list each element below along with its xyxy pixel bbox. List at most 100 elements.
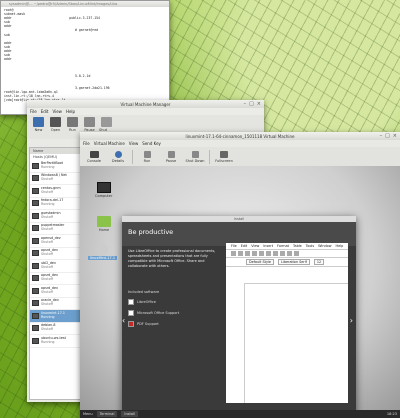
menu-view[interactable]: View — [129, 141, 139, 146]
office-menubar: File Edit View Insert Format Table Tools… — [226, 243, 348, 250]
vm-monitor-icon — [32, 325, 39, 332]
run-button[interactable]: Run — [65, 117, 80, 132]
included-label: Included software — [128, 290, 160, 294]
included-software: Included software LibreOffice Microsoft … — [128, 290, 220, 329]
vm-list-item[interactable]: opsrd_dev Shutoff — [30, 285, 80, 298]
task-install[interactable]: Install — [121, 411, 138, 417]
desktop-icon-computer[interactable]: Computer — [95, 182, 112, 198]
slide-description: Use LibreOffice to create professional d… — [128, 249, 216, 268]
menu-help[interactable]: Help — [66, 109, 75, 114]
pause-icon — [84, 117, 95, 127]
fullscreen-button[interactable]: Fullscreen — [214, 150, 234, 163]
prev-slide-arrow[interactable]: ‹ — [122, 316, 125, 325]
menu-file[interactable]: File — [30, 109, 37, 114]
shutdown-button[interactable]: Shut Down — [185, 150, 205, 163]
vm-monitor-icon — [32, 337, 39, 344]
menu-view[interactable]: View — [52, 109, 62, 114]
vm-list-item[interactable]: Windows8 / Net Shutoff — [30, 173, 80, 185]
desktop-icon-install[interactable]: linuxMint-17.1 — [88, 244, 118, 260]
new-vm-button[interactable]: New — [31, 117, 46, 132]
vm-list-item[interactable]: opsrd_dev Shutoff — [30, 273, 80, 285]
vm-list[interactable]: Name Hosts (QEMU) BerPartitBoot Running Wi… — [29, 147, 81, 400]
viewer-menubar: File Virtual Machine View Send Key — [80, 140, 400, 147]
new-vm-icon — [33, 117, 44, 127]
vm-monitor-icon — [32, 300, 39, 307]
libreoffice-screenshot: File Edit View Insert Format Table Tools… — [226, 243, 348, 403]
vm-list-item[interactable]: guestadmin Shutoff — [30, 210, 80, 223]
installer-window[interactable]: Install Be productive Use LibreOffice to… — [122, 216, 356, 418]
vm-list-item[interactable]: ubl2_dev Shutoff — [30, 260, 80, 273]
minimize-icon[interactable]: – — [244, 101, 247, 107]
maximize-icon[interactable]: □ — [249, 101, 254, 107]
close-icon[interactable]: × — [257, 101, 261, 107]
vm-state: Shutoff — [41, 189, 53, 194]
style-box: Default Style — [246, 259, 274, 265]
toolbar-separator — [209, 149, 210, 164]
menu-file[interactable]: File — [83, 141, 90, 146]
vm-list-item[interactable]: linuxmint-17.1 Running — [30, 310, 80, 323]
terminal-window[interactable]: sysadmin@... ~/pedro@r5/Admin/Sbox/Linux… — [0, 0, 170, 115]
pause-button[interactable]: Pause — [82, 117, 97, 132]
terminal-title: sysadmin@... ~/pedro@r5/Admin/Sbox/Linux… — [9, 2, 118, 6]
vm-list-item[interactable]: opensd_dev Shutoff — [30, 235, 80, 248]
office-icon — [128, 309, 134, 316]
pause-icon — [167, 150, 175, 158]
vm-viewer-window[interactable]: linuxmint-17.1-64-cinnamon_1501118 Virtu… — [80, 132, 400, 418]
play-icon — [143, 150, 151, 158]
panel-clock: 18:23 — [386, 412, 397, 416]
task-terminal[interactable]: Terminal — [96, 411, 118, 417]
vm-list-item[interactable]: ubuntu-ws-test Running — [30, 335, 80, 348]
run-button[interactable]: Run — [137, 150, 157, 163]
menu-virtual-machine[interactable]: Virtual Machine — [94, 141, 125, 146]
vm-list-item[interactable]: BerPartitBoot Running — [30, 160, 80, 173]
close-icon[interactable]: × — [393, 133, 397, 139]
menu-send-key[interactable]: Send Key — [142, 141, 161, 146]
included-item: Microsoft Office Support — [128, 307, 220, 318]
home-folder-icon — [97, 216, 111, 227]
size-box: 12 — [313, 259, 325, 265]
vm-list-item[interactable]: oracle_dev Shutoff — [30, 298, 80, 310]
vm-monitor-icon — [32, 212, 39, 219]
vm-list-item[interactable]: puppetmaster Shutoff — [30, 223, 80, 235]
manager-titlebar[interactable]: Virtual Machine Manager – □ × — [27, 100, 264, 108]
vm-state: Shutoff — [41, 239, 53, 244]
details-button[interactable]: Details — [108, 150, 128, 163]
vm-state: Shutoff — [41, 177, 53, 182]
minimize-icon[interactable]: – — [380, 133, 383, 139]
terminal-output[interactable]: root@ subnet-mask addr public.3.237.154 … — [1, 7, 169, 103]
viewer-titlebar[interactable]: linuxmint-17.1-64-cinnamon_1501118 Virtu… — [80, 132, 400, 140]
info-icon — [114, 150, 122, 158]
vm-monitor-icon — [32, 287, 39, 294]
slide-heading: Be productive — [128, 228, 174, 236]
vm-state: Shutoff — [41, 264, 53, 269]
play-icon — [67, 117, 78, 127]
console-button[interactable]: Console — [84, 150, 104, 163]
office-format-bar: Default Style Liberation Serif 12 — [226, 258, 348, 267]
fullscreen-icon — [220, 150, 228, 158]
vm-monitor-icon — [32, 187, 39, 194]
libreoffice-icon — [128, 298, 134, 305]
vm-list-item[interactable]: debian-8 Shutoff — [30, 323, 80, 335]
vm-list-item[interactable]: fedora-del-17 Running — [30, 198, 80, 210]
power-icon — [101, 117, 112, 127]
maximize-icon[interactable]: □ — [385, 133, 390, 139]
vm-state: Running — [41, 164, 55, 169]
vm-list-item[interactable]: opsrd_dev Shutoff — [30, 248, 80, 260]
open-button[interactable]: Open — [48, 117, 63, 132]
vm-monitor-icon — [32, 200, 39, 207]
vm-state: Shutoff — [41, 289, 53, 294]
vm-monitor-icon — [32, 312, 39, 319]
vm-state: Shutoff — [41, 214, 53, 219]
vm-state: Running — [41, 202, 55, 207]
guest-desktop[interactable]: Computer Home linuxMint-17.1 Install Be … — [80, 166, 400, 418]
desktop-icon-home[interactable]: Home — [97, 216, 111, 232]
menu-button[interactable]: Menu — [83, 412, 93, 416]
pause-button[interactable]: Pause — [161, 150, 181, 163]
next-slide-arrow[interactable]: › — [350, 316, 353, 325]
menu-edit[interactable]: Edit — [41, 109, 49, 114]
office-toolbar — [226, 250, 348, 258]
terminal-titlebar[interactable]: sysadmin@... ~/pedro@r5/Admin/Sbox/Linux… — [1, 1, 169, 7]
vm-list-item[interactable]: centos-gnm Shutoff — [30, 185, 80, 198]
viewer-title: linuxmint-17.1-64-cinnamon_1501118 Virtu… — [185, 133, 295, 139]
manager-menubar: File Edit View Help — [27, 108, 264, 115]
